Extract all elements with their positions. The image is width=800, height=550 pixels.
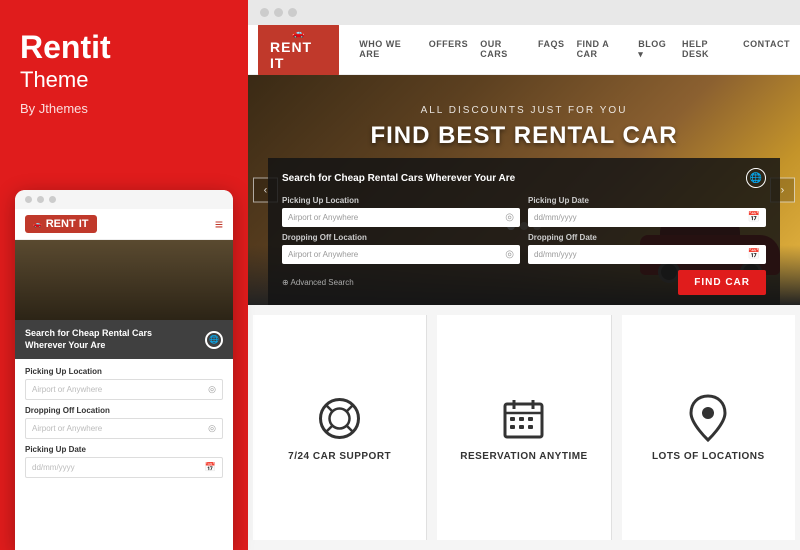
dropoff-date-input[interactable]: dd/mm/yyyy 📅 — [528, 245, 766, 264]
nav-offers[interactable]: OFFERS — [429, 39, 469, 60]
mobile-label-1: Dropping Off Location — [25, 406, 223, 415]
nav-our-cars[interactable]: OUR CARS — [480, 39, 526, 60]
reservation-label: RESERVATION ANYTIME — [460, 451, 587, 462]
location-pin-icon-2: ◎ — [505, 249, 514, 260]
left-panel: Rentit Theme By Jthemes 🚗 RENT IT ≡ Sear… — [0, 0, 248, 550]
hero-subtitle: ALL DISCOUNTS JUST FOR YOU — [248, 105, 800, 116]
mobile-date-placeholder: dd/mm/yyyy — [32, 463, 75, 472]
dropoff-location-label: Dropping Off Location — [282, 233, 520, 242]
nav-find-car[interactable]: FIND A CAR — [577, 39, 627, 60]
search-field-dropoff-location: Dropping Off Location Airport or Anywher… — [282, 233, 520, 264]
find-car-button[interactable]: FIND CAR — [678, 270, 766, 295]
mobile-logo-text: RENT IT — [46, 218, 89, 230]
mobile-input-placeholder-0: Airport or Anywhere — [32, 385, 102, 394]
hamburger-icon[interactable]: ≡ — [215, 217, 223, 231]
mobile-mockup: 🚗 RENT IT ≡ Search for Cheap Rental Cars… — [15, 190, 233, 550]
browser-dot-1 — [260, 8, 269, 17]
advanced-search-link[interactable]: ⊕ Advanced Search — [282, 278, 354, 287]
mobile-input-date[interactable]: dd/mm/yyyy 📅 — [25, 457, 223, 478]
globe-icon: 🌐 — [746, 168, 766, 188]
nav-contact[interactable]: CONTACT — [743, 39, 790, 60]
hero-text-area: ALL DISCOUNTS JUST FOR YOU FIND BEST REN… — [248, 105, 800, 150]
location-icon-large — [688, 394, 728, 442]
location-icon-mobile-2: ◎ — [208, 423, 216, 434]
dropoff-location-placeholder: Airport or Anywhere — [288, 250, 358, 259]
dropoff-date-label: Dropping Off Date — [528, 233, 766, 242]
search-header-text: Search for Cheap Rental Cars Wherever Yo… — [282, 173, 515, 184]
browser-dot-2 — [274, 8, 283, 17]
calendar-icon-large — [501, 396, 546, 441]
mobile-label-2: Picking Up Date — [25, 445, 223, 454]
mobile-search-title: Search for Cheap Rental Cars Wherever Yo… — [25, 328, 165, 351]
dropoff-date-placeholder: dd/mm/yyyy — [534, 250, 577, 259]
brand-sub: Theme — [20, 67, 228, 93]
search-field-dropoff-date: Dropping Off Date dd/mm/yyyy 📅 — [528, 233, 766, 264]
mobile-form: Picking Up Location Airport or Anywhere … — [15, 359, 233, 492]
location-icon-mobile: ◎ — [208, 384, 216, 395]
nav-faqs[interactable]: FAQS — [538, 39, 565, 60]
desktop-nav: 🚗 RENT IT WHO WE ARE OFFERS OUR CARS FAQ… — [248, 25, 800, 75]
mobile-input-pickup[interactable]: Airport or Anywhere ◎ — [25, 379, 223, 400]
search-row-2: Dropping Off Location Airport or Anywher… — [282, 233, 766, 264]
nav-blog[interactable]: BLOG ▾ — [638, 39, 670, 60]
search-row-1: Picking Up Location Airport or Anywhere … — [282, 196, 766, 227]
desktop-logo: 🚗 RENT IT — [258, 25, 339, 77]
calendar-icon-pickup: 📅 — [748, 212, 760, 223]
nav-who-we-are[interactable]: WHO WE ARE — [359, 39, 416, 60]
mobile-dot-2 — [37, 196, 44, 203]
mobile-top-bar — [15, 190, 233, 209]
desktop-nav-links: WHO WE ARE OFFERS OUR CARS FAQS FIND A C… — [359, 39, 790, 60]
browser-bar — [248, 0, 800, 25]
feature-reservation: RESERVATION ANYTIME — [437, 315, 611, 540]
right-panel: 🚗 RENT IT WHO WE ARE OFFERS OUR CARS FAQ… — [248, 0, 800, 550]
mobile-dot-3 — [49, 196, 56, 203]
browser-dot-3 — [288, 8, 297, 17]
search-field-pickup-date: Picking Up Date dd/mm/yyyy 📅 — [528, 196, 766, 227]
calendar-icon-wrap — [499, 393, 549, 443]
location-pin-icon: ◎ — [505, 212, 514, 223]
features-section: 7/24 CAR SUPPORT — [248, 305, 800, 550]
feature-locations: LOTS OF LOCATIONS — [622, 315, 795, 540]
support-icon-wrap — [315, 393, 365, 443]
calendar-icon-dropoff: 📅 — [748, 249, 760, 260]
hero-section: ‹ › ALL DISCOUNTS JUST FOR YOU FIND BEST… — [248, 75, 800, 305]
mobile-search-box: Search for Cheap Rental Cars Wherever Yo… — [15, 320, 233, 359]
brand-title: Rentit — [20, 30, 228, 65]
pickup-location-label: Picking Up Location — [282, 196, 520, 205]
desktop-logo-car-icon: 🚗 — [292, 29, 304, 39]
pickup-date-placeholder: dd/mm/yyyy — [534, 213, 577, 222]
pickup-date-label: Picking Up Date — [528, 196, 766, 205]
mobile-car-icon: 🚗 — [33, 221, 42, 228]
feature-support: 7/24 CAR SUPPORT — [253, 315, 427, 540]
support-icon — [317, 396, 362, 441]
by-line: By Jthemes — [20, 101, 228, 116]
mobile-header: 🚗 RENT IT ≡ — [15, 209, 233, 240]
pickup-date-input[interactable]: dd/mm/yyyy 📅 — [528, 208, 766, 227]
mobile-logo: 🚗 RENT IT — [25, 215, 97, 233]
mobile-input-dropoff[interactable]: Airport or Anywhere ◎ — [25, 418, 223, 439]
desktop-mockup: 🚗 RENT IT WHO WE ARE OFFERS OUR CARS FAQ… — [248, 25, 800, 550]
search-bottom-row: ⊕ Advanced Search FIND CAR — [282, 270, 766, 295]
location-icon-wrap — [683, 393, 733, 443]
globe-icon-small: 🌐 — [205, 331, 223, 349]
support-label: 7/24 CAR SUPPORT — [288, 451, 391, 462]
search-overlay: Search for Cheap Rental Cars Wherever Yo… — [268, 158, 780, 305]
desktop-logo-text: RENT IT — [270, 39, 327, 71]
mobile-label-0: Picking Up Location — [25, 367, 223, 376]
mobile-hero — [15, 240, 233, 320]
hero-title: FIND BEST RENTAL CAR — [248, 122, 800, 150]
nav-help-desk[interactable]: HELP DESK — [682, 39, 731, 60]
dropoff-location-input[interactable]: Airport or Anywhere ◎ — [282, 245, 520, 264]
mobile-input-placeholder-1: Airport or Anywhere — [32, 424, 102, 433]
mobile-dot-1 — [25, 196, 32, 203]
locations-label: LOTS OF LOCATIONS — [652, 451, 765, 462]
pickup-location-placeholder: Airport or Anywhere — [288, 213, 358, 222]
calendar-icon-mobile: 📅 — [205, 462, 216, 473]
search-field-pickup-location: Picking Up Location Airport or Anywhere … — [282, 196, 520, 227]
search-header: Search for Cheap Rental Cars Wherever Yo… — [282, 168, 766, 188]
pickup-location-input[interactable]: Airport or Anywhere ◎ — [282, 208, 520, 227]
